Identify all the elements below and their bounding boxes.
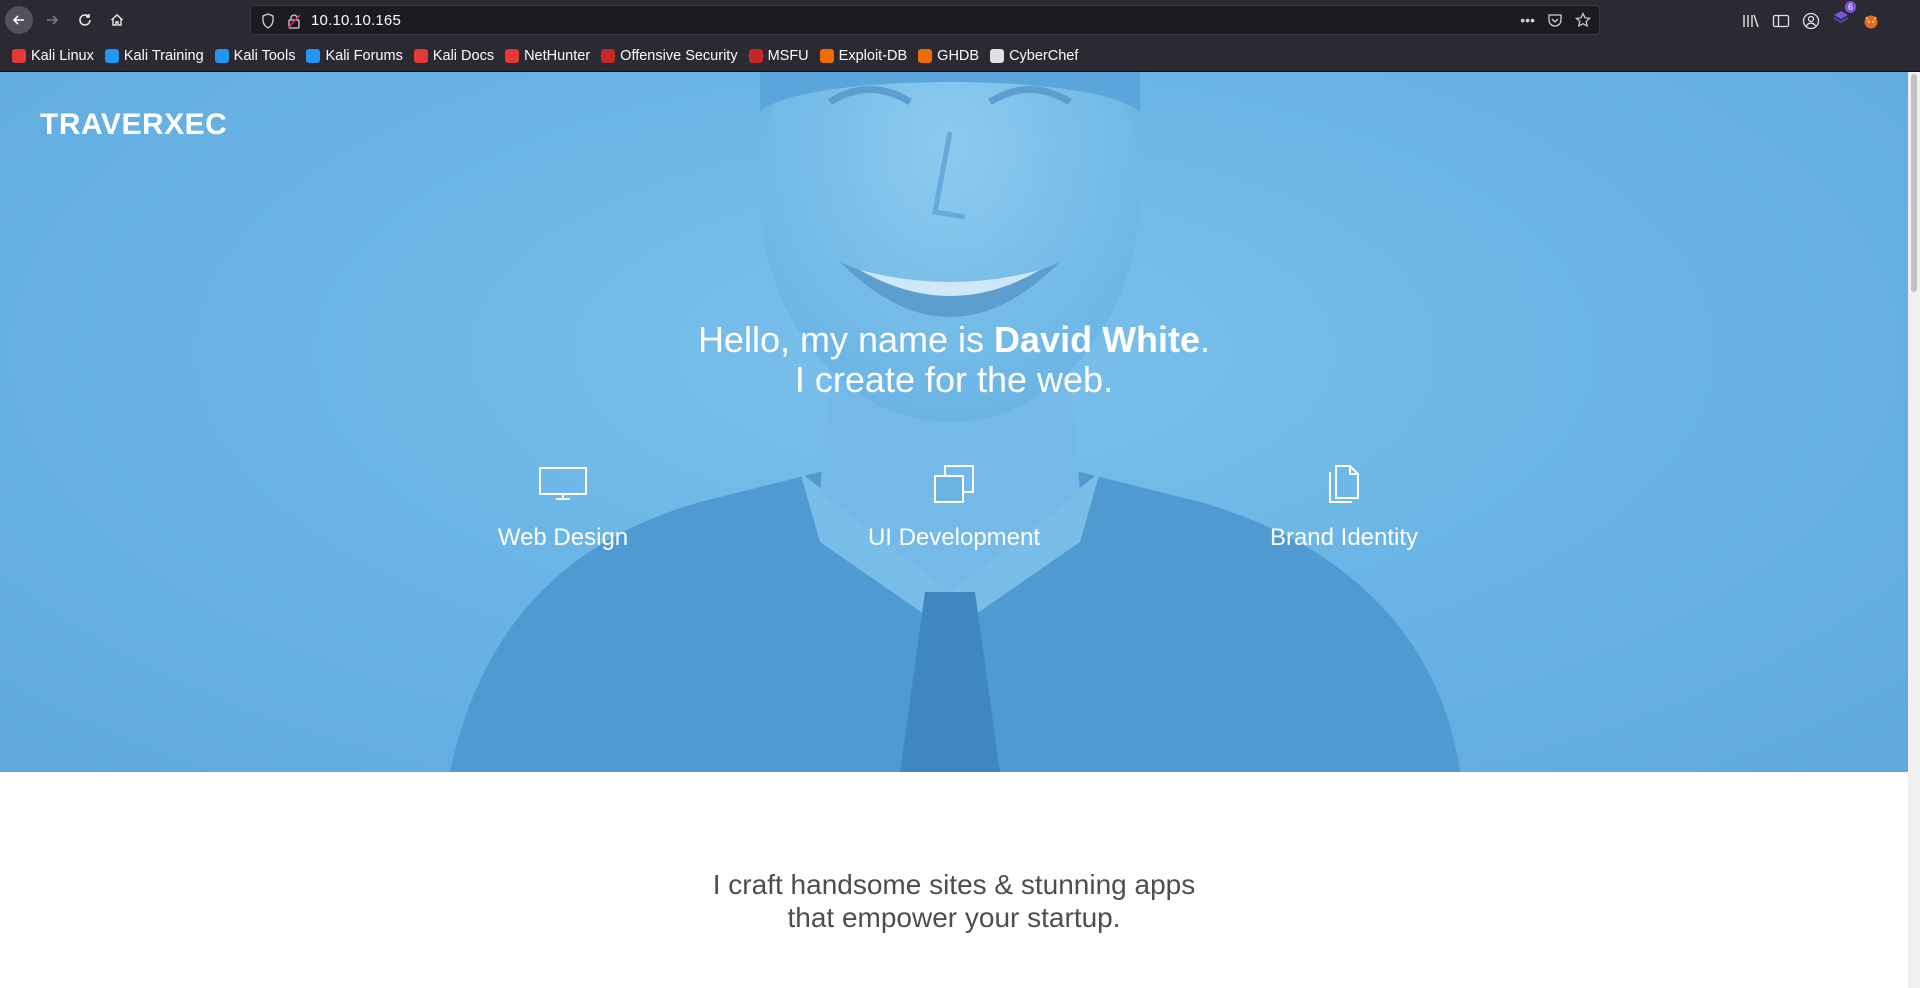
- browser-toolbar: 10.10.10.165 ••• 6: [0, 0, 1920, 40]
- more-actions-icon[interactable]: •••: [1520, 12, 1535, 28]
- bookmark-favicon-icon: [918, 48, 933, 63]
- back-button[interactable]: [5, 6, 33, 34]
- home-button[interactable]: [103, 6, 131, 34]
- bookmark-label: Exploit-DB: [838, 47, 908, 64]
- layers-icon: [934, 465, 974, 503]
- service-label: UI Development: [867, 524, 1041, 551]
- arrow-left-icon: [12, 15, 24, 25]
- bookmark-label: Kali Training: [123, 47, 204, 64]
- documents-icon: [1329, 465, 1359, 503]
- extension-button[interactable]: 6: [1832, 1, 1856, 32]
- tagline-line1: I craft handsome sites & stunning apps: [712, 869, 1196, 900]
- service-label: Brand Identity: [1269, 524, 1419, 551]
- library-icon[interactable]: [1742, 13, 1760, 29]
- page-viewport: TRAVERXEC Hello, my name is David White.…: [0, 72, 1908, 988]
- bookmark-favicon-icon: [306, 48, 321, 63]
- service-brand-identity: Brand Identity: [1214, 462, 1474, 552]
- bookmark-favicon-icon: [990, 48, 1005, 63]
- scrollbar-thumb[interactable]: [1911, 74, 1917, 292]
- service-ui-development: UI Development: [824, 462, 1084, 552]
- sidebar-icon[interactable]: [1772, 13, 1790, 29]
- reload-icon: [79, 14, 91, 26]
- service-web-design: Web Design: [433, 462, 693, 552]
- toolbar-right: 6: [1742, 1, 1880, 32]
- bookmark-favicon-icon: [413, 48, 428, 63]
- shield-icon[interactable]: [261, 13, 275, 29]
- bookmark-item[interactable]: GHDB: [918, 48, 979, 64]
- bookmark-item[interactable]: Kali Training: [104, 47, 204, 64]
- tagline-line2: that empower your startup.: [787, 902, 1121, 933]
- fox-extension-icon[interactable]: [1862, 12, 1880, 30]
- headline-prefix: Hello, my name is: [697, 319, 995, 360]
- bookmark-label: NetHunter: [524, 47, 591, 64]
- bookmark-item[interactable]: Exploit-DB: [819, 47, 908, 64]
- star-icon[interactable]: [1575, 12, 1591, 28]
- bookmark-label: MSFU: [767, 47, 809, 64]
- extension-badge: 6: [1844, 1, 1856, 13]
- bookmark-favicon-icon: [505, 48, 520, 63]
- bookmark-item[interactable]: NetHunter: [505, 48, 590, 64]
- bookmark-label: Kali Linux: [31, 47, 94, 64]
- bookmark-item[interactable]: Offensive Security: [601, 47, 738, 64]
- monitor-icon: [539, 467, 587, 500]
- headline-suffix: .: [1200, 319, 1211, 360]
- hero-headline-line1: Hello, my name is David White.: [0, 320, 1908, 360]
- bookmark-item[interactable]: CyberChef: [990, 48, 1078, 64]
- bookmark-item[interactable]: Kali Docs: [413, 47, 495, 64]
- page-scrollbar[interactable]: [1908, 72, 1920, 988]
- bookmark-favicon-icon: [601, 48, 616, 63]
- service-label: Web Design: [497, 524, 629, 551]
- hero-headline: Hello, my name is David White. I create …: [0, 320, 1908, 400]
- bookmark-favicon-icon: [748, 48, 763, 63]
- bookmark-favicon-icon: [12, 48, 26, 63]
- bookmarks-toolbar: Kali Linux Kali Training Kali Tools Kali Fo…: [0, 40, 1920, 72]
- home-icon: [111, 14, 123, 26]
- bookmark-label: Kali Forums: [325, 47, 403, 64]
- url-text[interactable]: 10.10.10.165: [311, 12, 401, 29]
- bookmark-favicon-icon: [214, 48, 229, 63]
- bookmark-item[interactable]: MSFU: [748, 47, 809, 64]
- intro-tagline: I craft handsome sites & stunning apps t…: [0, 868, 1908, 934]
- bookmark-label: Kali Tools: [233, 47, 296, 64]
- headline-name: David White: [994, 319, 1201, 360]
- bookmark-item[interactable]: Kali Linux: [12, 48, 94, 64]
- reload-button[interactable]: [71, 6, 99, 34]
- bookmark-label: Kali Docs: [432, 47, 495, 64]
- url-actions: •••: [1520, 12, 1591, 28]
- bookmark-label: GHDB: [937, 47, 980, 64]
- insecure-lock-icon[interactable]: [287, 13, 301, 29]
- hero-section: TRAVERXEC Hello, my name is David White.…: [0, 72, 1908, 772]
- account-icon[interactable]: [1802, 12, 1820, 30]
- bookmark-label: Offensive Security: [620, 47, 738, 64]
- bookmark-favicon-icon: [819, 48, 834, 63]
- arrow-right-icon: [47, 15, 59, 25]
- hero-headline-line2: I create for the web.: [794, 359, 1114, 400]
- pocket-icon[interactable]: [1547, 12, 1563, 28]
- bookmark-label: CyberChef: [1009, 47, 1079, 64]
- forward-button[interactable]: [38, 6, 66, 34]
- bookmark-item[interactable]: Kali Forums: [306, 47, 403, 64]
- hero-portrait-image: [450, 72, 1460, 772]
- bookmark-item[interactable]: Kali Tools: [214, 47, 296, 64]
- url-bar[interactable]: 10.10.10.165 •••: [250, 5, 1600, 35]
- site-brand[interactable]: TRAVERXEC: [40, 108, 227, 142]
- bookmark-favicon-icon: [104, 48, 119, 63]
